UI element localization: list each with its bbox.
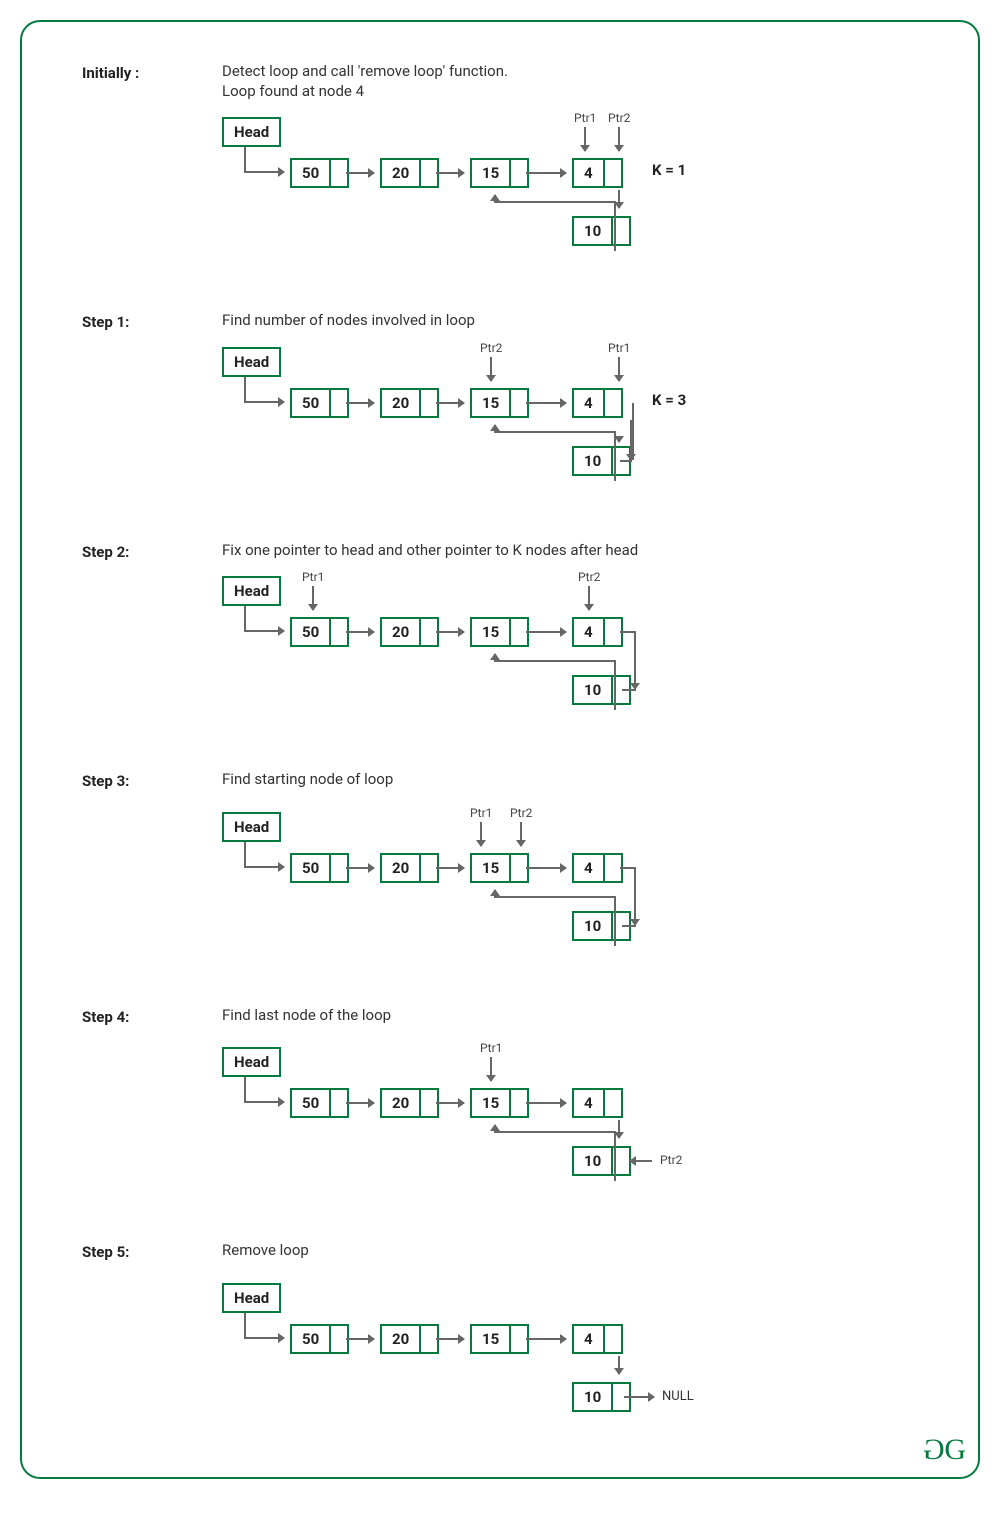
list-node: 20 bbox=[380, 853, 439, 883]
step-desc: Fix one pointer to head and other pointe… bbox=[222, 541, 918, 561]
list-node: 4 bbox=[572, 1324, 623, 1354]
geeksforgeeks-logo: GG bbox=[929, 1433, 960, 1467]
null-label: NULL bbox=[662, 1389, 694, 1404]
list-node: 50 bbox=[290, 617, 349, 647]
list-node: 15 bbox=[470, 1324, 529, 1354]
list-node: 50 bbox=[290, 158, 349, 188]
step-desc: Find starting node of loop bbox=[222, 770, 918, 790]
k-label: K = 1 bbox=[652, 161, 686, 179]
k-label: K = 3 bbox=[652, 391, 686, 409]
pointer-label: Ptr1 bbox=[480, 1041, 502, 1055]
list-node: 4 bbox=[572, 388, 623, 418]
step-1: Step 1: Find number of nodes involved in… bbox=[82, 311, 918, 501]
list-node: 20 bbox=[380, 1324, 439, 1354]
pointer-label: Ptr1 bbox=[470, 806, 492, 820]
linked-list-diagram: Head 50 20 15 4 Ptr1 10 Ptr2 bbox=[222, 1041, 918, 1201]
step-label: Step 3: bbox=[82, 770, 222, 966]
step-5: Step 5: Remove loop Head 50 20 15 4 10 N… bbox=[82, 1241, 918, 1437]
step-label: Step 2: bbox=[82, 541, 222, 731]
list-node: 20 bbox=[380, 1088, 439, 1118]
pointer-label: Ptr1 bbox=[608, 341, 630, 355]
linked-list-diagram: Head 50 20 15 4 Ptr2 Ptr1 K = 3 10 bbox=[222, 341, 918, 501]
step-desc: Find last node of the loop bbox=[222, 1006, 918, 1026]
diagram-frame: Initially : Detect loop and call 'remove… bbox=[20, 20, 980, 1479]
linked-list-diagram: Head 50 20 15 4 Ptr1 Ptr2 10 bbox=[222, 806, 918, 966]
pointer-label: Ptr2 bbox=[660, 1153, 682, 1167]
list-node: 10 bbox=[572, 1146, 631, 1176]
list-node: 10 bbox=[572, 216, 631, 246]
head-box: Head bbox=[222, 117, 281, 147]
list-node: 4 bbox=[572, 158, 623, 188]
list-node: 15 bbox=[470, 853, 529, 883]
list-node: 50 bbox=[290, 1088, 349, 1118]
list-node: 4 bbox=[572, 1088, 623, 1118]
head-box: Head bbox=[222, 1283, 281, 1313]
head-box: Head bbox=[222, 347, 281, 377]
list-node: 15 bbox=[470, 158, 529, 188]
list-node: 50 bbox=[290, 853, 349, 883]
step-label: Step 1: bbox=[82, 311, 222, 501]
step-desc: Remove loop bbox=[222, 1241, 918, 1261]
pointer-label: Ptr2 bbox=[510, 806, 532, 820]
pointer-label: Ptr1 bbox=[574, 111, 596, 125]
head-box: Head bbox=[222, 1047, 281, 1077]
list-node: 4 bbox=[572, 617, 623, 647]
list-node: 15 bbox=[470, 617, 529, 647]
step-desc: Detect loop and call 'remove loop' funct… bbox=[222, 62, 918, 101]
linked-list-diagram: Head 50 20 15 4 10 NULL bbox=[222, 1277, 918, 1437]
step-3: Step 3: Find starting node of loop Head … bbox=[82, 770, 918, 966]
list-node: 20 bbox=[380, 158, 439, 188]
step-label: Initially : bbox=[82, 62, 222, 271]
list-node: 50 bbox=[290, 1324, 349, 1354]
step-body: Detect loop and call 'remove loop' funct… bbox=[222, 62, 918, 271]
step-4: Step 4: Find last node of the loop Head … bbox=[82, 1006, 918, 1202]
step-label: Step 4: bbox=[82, 1006, 222, 1202]
head-box: Head bbox=[222, 576, 281, 606]
head-box: Head bbox=[222, 812, 281, 842]
linked-list-diagram: Head 50 20 15 4 Ptr1 Ptr2 K = 1 bbox=[222, 111, 918, 271]
step-initially: Initially : Detect loop and call 'remove… bbox=[82, 62, 918, 271]
pointer-label: Ptr2 bbox=[480, 341, 502, 355]
step-2: Step 2: Fix one pointer to head and othe… bbox=[82, 541, 918, 731]
list-node: 4 bbox=[572, 853, 623, 883]
pointer-label: Ptr1 bbox=[302, 570, 324, 584]
list-node: 10 bbox=[572, 1382, 631, 1412]
list-node: 50 bbox=[290, 388, 349, 418]
pointer-label: Ptr2 bbox=[578, 570, 600, 584]
pointer-label: Ptr2 bbox=[608, 111, 630, 125]
list-node: 15 bbox=[470, 388, 529, 418]
list-node: 20 bbox=[380, 388, 439, 418]
step-desc: Find number of nodes involved in loop bbox=[222, 311, 918, 331]
list-node: 20 bbox=[380, 617, 439, 647]
step-label: Step 5: bbox=[82, 1241, 222, 1437]
linked-list-diagram: Head 50 20 15 4 Ptr1 Ptr2 10 bbox=[222, 570, 918, 730]
list-node: 15 bbox=[470, 1088, 529, 1118]
